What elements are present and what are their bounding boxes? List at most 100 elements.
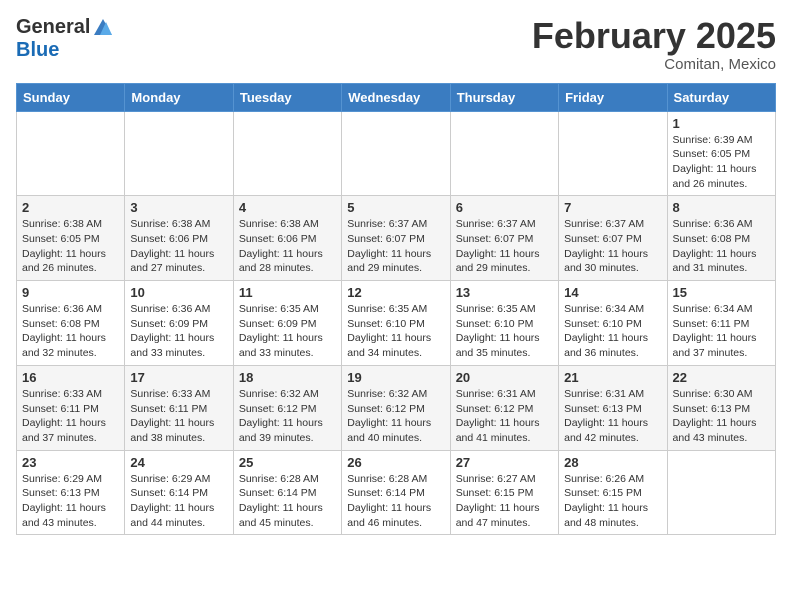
calendar-cell: 7 Sunrise: 6:37 AM Sunset: 6:07 PM Daylig… xyxy=(559,196,667,281)
day-number: 25 xyxy=(239,455,336,470)
logo-icon xyxy=(92,17,114,39)
day-info: Sunrise: 6:36 AM Sunset: 6:08 PM Dayligh… xyxy=(22,302,119,361)
day-info: Sunrise: 6:31 AM Sunset: 6:12 PM Dayligh… xyxy=(456,387,553,446)
day-number: 3 xyxy=(130,200,227,215)
calendar-cell: 26 Sunrise: 6:28 AM Sunset: 6:14 PM Dayli… xyxy=(342,450,450,535)
calendar-week-row: 9 Sunrise: 6:36 AM Sunset: 6:08 PM Daylig… xyxy=(17,281,776,366)
calendar-week-row: 16 Sunrise: 6:33 AM Sunset: 6:11 PM Dayli… xyxy=(17,365,776,450)
calendar-cell: 19 Sunrise: 6:32 AM Sunset: 6:12 PM Dayli… xyxy=(342,365,450,450)
calendar-cell: 28 Sunrise: 6:26 AM Sunset: 6:15 PM Dayli… xyxy=(559,450,667,535)
day-info: Sunrise: 6:34 AM Sunset: 6:11 PM Dayligh… xyxy=(673,302,770,361)
calendar-cell: 1 Sunrise: 6:39 AM Sunset: 6:05 PM Daylig… xyxy=(667,111,775,196)
day-number: 19 xyxy=(347,370,444,385)
day-info: Sunrise: 6:34 AM Sunset: 6:10 PM Dayligh… xyxy=(564,302,661,361)
calendar-cell: 18 Sunrise: 6:32 AM Sunset: 6:12 PM Dayli… xyxy=(233,365,341,450)
day-info: Sunrise: 6:36 AM Sunset: 6:08 PM Dayligh… xyxy=(673,217,770,276)
calendar-day-header: Tuesday xyxy=(233,83,341,111)
calendar-day-header: Monday xyxy=(125,83,233,111)
calendar-week-row: 1 Sunrise: 6:39 AM Sunset: 6:05 PM Daylig… xyxy=(17,111,776,196)
calendar-cell: 22 Sunrise: 6:30 AM Sunset: 6:13 PM Dayli… xyxy=(667,365,775,450)
calendar-week-row: 2 Sunrise: 6:38 AM Sunset: 6:05 PM Daylig… xyxy=(17,196,776,281)
day-number: 26 xyxy=(347,455,444,470)
day-info: Sunrise: 6:29 AM Sunset: 6:13 PM Dayligh… xyxy=(22,472,119,531)
calendar-cell: 8 Sunrise: 6:36 AM Sunset: 6:08 PM Daylig… xyxy=(667,196,775,281)
day-info: Sunrise: 6:32 AM Sunset: 6:12 PM Dayligh… xyxy=(239,387,336,446)
day-number: 24 xyxy=(130,455,227,470)
logo: General Blue xyxy=(16,16,114,62)
day-number: 8 xyxy=(673,200,770,215)
calendar-cell: 16 Sunrise: 6:33 AM Sunset: 6:11 PM Dayli… xyxy=(17,365,125,450)
calendar-cell: 21Sunrise: 6:31 AM Sunset: 6:13 PM Dayli… xyxy=(559,365,667,450)
calendar-week-row: 23 Sunrise: 6:29 AM Sunset: 6:13 PM Dayli… xyxy=(17,450,776,535)
calendar-cell: 24 Sunrise: 6:29 AM Sunset: 6:14 PM Dayli… xyxy=(125,450,233,535)
day-number: 20 xyxy=(456,370,553,385)
title-block: February 2025 Comitan, Mexico xyxy=(532,16,776,73)
calendar-cell: 6 Sunrise: 6:37 AM Sunset: 6:07 PM Daylig… xyxy=(450,196,558,281)
calendar-cell: 20 Sunrise: 6:31 AM Sunset: 6:12 PM Dayli… xyxy=(450,365,558,450)
logo-blue-text: Blue xyxy=(16,39,59,62)
day-number: 22 xyxy=(673,370,770,385)
location: Comitan, Mexico xyxy=(532,56,776,73)
calendar-cell: 10 Sunrise: 6:36 AM Sunset: 6:09 PM Dayli… xyxy=(125,281,233,366)
calendar-day-header: Saturday xyxy=(667,83,775,111)
day-number: 13 xyxy=(456,285,553,300)
day-info: Sunrise: 6:32 AM Sunset: 6:12 PM Dayligh… xyxy=(347,387,444,446)
calendar-day-header: Thursday xyxy=(450,83,558,111)
logo-general-text: General xyxy=(16,16,90,39)
calendar-cell xyxy=(559,111,667,196)
day-info: Sunrise: 6:26 AM Sunset: 6:15 PM Dayligh… xyxy=(564,472,661,531)
day-number: 28 xyxy=(564,455,661,470)
calendar-cell xyxy=(667,450,775,535)
calendar-cell: 23 Sunrise: 6:29 AM Sunset: 6:13 PM Dayli… xyxy=(17,450,125,535)
day-number: 5 xyxy=(347,200,444,215)
day-number: 12 xyxy=(347,285,444,300)
day-info: Sunrise: 6:36 AM Sunset: 6:09 PM Dayligh… xyxy=(130,302,227,361)
day-number: 2 xyxy=(22,200,119,215)
day-number: 18 xyxy=(239,370,336,385)
calendar-cell: 13Sunrise: 6:35 AM Sunset: 6:10 PM Dayli… xyxy=(450,281,558,366)
day-info: Sunrise: 6:30 AM Sunset: 6:13 PM Dayligh… xyxy=(673,387,770,446)
day-number: 27 xyxy=(456,455,553,470)
calendar-cell: 4 Sunrise: 6:38 AM Sunset: 6:06 PM Daylig… xyxy=(233,196,341,281)
calendar-day-header: Sunday xyxy=(17,83,125,111)
day-info: Sunrise: 6:29 AM Sunset: 6:14 PM Dayligh… xyxy=(130,472,227,531)
calendar-cell: 27Sunrise: 6:27 AM Sunset: 6:15 PM Dayli… xyxy=(450,450,558,535)
day-number: 10 xyxy=(130,285,227,300)
calendar-cell: 11Sunrise: 6:35 AM Sunset: 6:09 PM Dayli… xyxy=(233,281,341,366)
calendar-header-row: SundayMondayTuesdayWednesdayThursdayFrid… xyxy=(17,83,776,111)
day-info: Sunrise: 6:38 AM Sunset: 6:05 PM Dayligh… xyxy=(22,217,119,276)
calendar-cell xyxy=(233,111,341,196)
calendar-cell: 14 Sunrise: 6:34 AM Sunset: 6:10 PM Dayli… xyxy=(559,281,667,366)
day-number: 6 xyxy=(456,200,553,215)
calendar-cell xyxy=(342,111,450,196)
day-info: Sunrise: 6:37 AM Sunset: 6:07 PM Dayligh… xyxy=(456,217,553,276)
day-number: 1 xyxy=(673,116,770,131)
day-info: Sunrise: 6:35 AM Sunset: 6:10 PM Dayligh… xyxy=(347,302,444,361)
calendar-cell xyxy=(125,111,233,196)
day-number: 16 xyxy=(22,370,119,385)
day-info: Sunrise: 6:37 AM Sunset: 6:07 PM Dayligh… xyxy=(347,217,444,276)
day-number: 15 xyxy=(673,285,770,300)
day-number: 17 xyxy=(130,370,227,385)
day-info: Sunrise: 6:37 AM Sunset: 6:07 PM Dayligh… xyxy=(564,217,661,276)
day-info: Sunrise: 6:33 AM Sunset: 6:11 PM Dayligh… xyxy=(22,387,119,446)
calendar-day-header: Friday xyxy=(559,83,667,111)
day-number: 21 xyxy=(564,370,661,385)
calendar-cell: 15 Sunrise: 6:34 AM Sunset: 6:11 PM Dayli… xyxy=(667,281,775,366)
day-number: 7 xyxy=(564,200,661,215)
calendar-day-header: Wednesday xyxy=(342,83,450,111)
day-info: Sunrise: 6:28 AM Sunset: 6:14 PM Dayligh… xyxy=(239,472,336,531)
day-number: 9 xyxy=(22,285,119,300)
day-info: Sunrise: 6:39 AM Sunset: 6:05 PM Dayligh… xyxy=(673,133,770,192)
day-info: Sunrise: 6:35 AM Sunset: 6:09 PM Dayligh… xyxy=(239,302,336,361)
calendar-cell: 3Sunrise: 6:38 AM Sunset: 6:06 PM Daylig… xyxy=(125,196,233,281)
day-info: Sunrise: 6:33 AM Sunset: 6:11 PM Dayligh… xyxy=(130,387,227,446)
day-info: Sunrise: 6:28 AM Sunset: 6:14 PM Dayligh… xyxy=(347,472,444,531)
calendar-cell: 12 Sunrise: 6:35 AM Sunset: 6:10 PM Dayli… xyxy=(342,281,450,366)
day-number: 23 xyxy=(22,455,119,470)
day-number: 4 xyxy=(239,200,336,215)
day-number: 14 xyxy=(564,285,661,300)
calendar-cell: 5 Sunrise: 6:37 AM Sunset: 6:07 PM Daylig… xyxy=(342,196,450,281)
day-info: Sunrise: 6:38 AM Sunset: 6:06 PM Dayligh… xyxy=(239,217,336,276)
calendar-cell: 2 Sunrise: 6:38 AM Sunset: 6:05 PM Daylig… xyxy=(17,196,125,281)
